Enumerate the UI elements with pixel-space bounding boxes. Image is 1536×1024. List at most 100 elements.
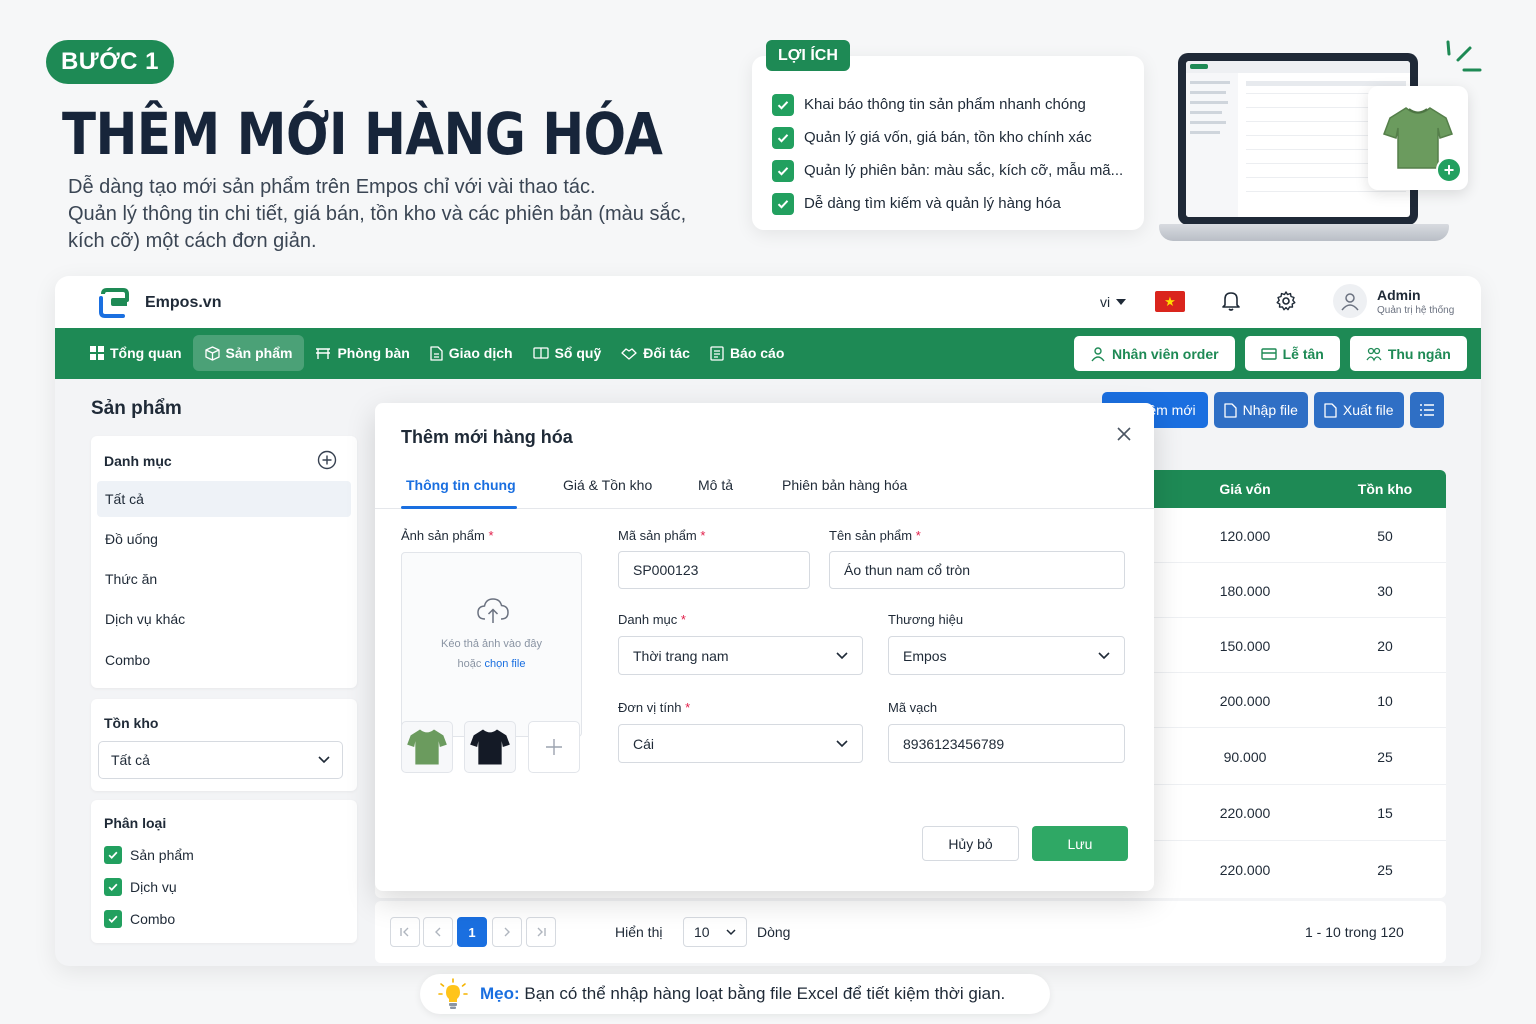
add-image-button[interactable] (528, 721, 580, 773)
file-export-icon (1324, 402, 1337, 418)
category-select[interactable]: Thời trang nam (618, 636, 863, 675)
choose-file-link[interactable]: chọn file (484, 658, 525, 670)
next-page-button[interactable] (492, 917, 522, 947)
laptop-base (1159, 224, 1449, 241)
brand[interactable]: Empos.vn (97, 286, 221, 320)
last-page-button[interactable] (526, 917, 556, 947)
main-nav: Tổng quan Sản phẩm Phòng bàn Giao dịch S… (55, 328, 1481, 379)
product-name-input[interactable]: Áo thun nam cổ tròn (829, 551, 1125, 589)
prev-page-button[interactable] (423, 917, 453, 947)
benefit-text: Quản lý phiên bản: màu sắc, kích cỡ, mẫu… (804, 162, 1124, 179)
checkbox-checked-icon[interactable] (104, 878, 122, 896)
column-settings-button[interactable] (1409, 392, 1444, 428)
benefit-item: Quản lý phiên bản: màu sắc, kích cỡ, mẫu… (772, 154, 1123, 187)
top-bar: Empos.vn vi ★ Admin Quản trị hệ thống (55, 276, 1481, 328)
add-product-icon: + (1436, 157, 1462, 183)
waiter-order-button[interactable]: Nhân viên order (1074, 336, 1235, 371)
category-value: Thời trang nam (633, 647, 729, 664)
nav-item-overview[interactable]: Tổng quan (81, 335, 191, 371)
user-icon (1341, 293, 1359, 311)
chevron-down-icon (726, 928, 736, 935)
document-icon (430, 345, 443, 361)
tab-general-info[interactable]: Thông tin chung (406, 477, 516, 493)
cloud-upload-icon (477, 598, 509, 623)
user-menu[interactable]: Admin Quản trị hệ thống (1333, 284, 1454, 318)
nav-item-partners[interactable]: Đối tác (612, 335, 699, 371)
stock-filter-panel: Tồn kho Tất cả (91, 699, 357, 791)
page-size-select[interactable]: 10 (683, 917, 747, 947)
cell-cost: 200.000 (1219, 693, 1271, 709)
benefit-text: Khai báo thông tin sản phẩm nhanh chóng (804, 96, 1086, 113)
nav-item-tables[interactable]: Phòng bàn (306, 335, 418, 371)
type-option-service[interactable]: Dịch vụ (104, 871, 194, 903)
settings-button[interactable] (1275, 290, 1297, 317)
user-role: Quản trị hệ thống (1377, 304, 1455, 316)
cell-cost: 180.000 (1219, 583, 1271, 599)
type-option-label: Combo (130, 911, 176, 927)
sku-input[interactable]: SP000123 (618, 551, 810, 589)
type-option-product[interactable]: Sản phẩm (104, 839, 194, 871)
cell-cost: 150.000 (1219, 638, 1271, 654)
cancel-button[interactable]: Hủy bỏ (922, 826, 1019, 861)
checkbox-checked-icon[interactable] (104, 910, 122, 928)
export-file-button[interactable]: Xuất file (1313, 392, 1404, 428)
cell-cost: 90.000 (1223, 749, 1267, 765)
barcode-input[interactable]: 8936123456789 (888, 724, 1125, 763)
tip-label: Mẹo: (480, 984, 520, 1003)
bell-icon (1222, 292, 1240, 311)
close-button[interactable] (1117, 427, 1131, 446)
cell-stock: 15 (1377, 805, 1393, 821)
tab-description[interactable]: Mô tả (698, 477, 733, 493)
type-option-label: Dịch vụ (130, 879, 177, 895)
category-item-other-services[interactable]: Dịch vụ khác (97, 601, 351, 637)
vietnam-flag-icon[interactable]: ★ (1155, 291, 1185, 312)
nav-item-transactions[interactable]: Giao dịch (421, 335, 522, 371)
column-cost[interactable]: Giá vốn (1180, 481, 1310, 497)
nav-label: Sổ quỹ (554, 345, 602, 361)
modal-title: Thêm mới hàng hóa (401, 427, 573, 447)
stock-select[interactable]: Tất cả (98, 741, 343, 779)
add-product-modal: Thêm mới hàng hóa Thông tin chung Giá & … (375, 403, 1154, 891)
checkbox-checked-icon[interactable] (104, 846, 122, 864)
page-size-value: 10 (694, 924, 710, 940)
nav-menu: Tổng quan Sản phẩm Phòng bàn Giao dịch S… (81, 335, 793, 371)
product-thumbnail[interactable] (464, 721, 516, 773)
tab-variants[interactable]: Phiên bản hàng hóa (782, 477, 907, 493)
barcode-label: Mã vạch (888, 700, 938, 715)
type-option-label: Sản phẩm (130, 847, 194, 863)
page-button-current[interactable]: 1 (457, 917, 487, 947)
category-item-drinks[interactable]: Đồ uống (97, 521, 351, 557)
first-page-button[interactable] (390, 917, 420, 947)
nav-item-reports[interactable]: Báo cáo (701, 335, 793, 371)
type-option-combo[interactable]: Combo (104, 903, 194, 935)
brand-select[interactable]: Empos (888, 636, 1125, 675)
notification-button[interactable] (1220, 290, 1242, 317)
nav-item-products[interactable]: Sản phẩm (192, 335, 305, 371)
reception-button[interactable]: Lễ tân (1244, 336, 1340, 371)
language-select[interactable]: vi (1100, 294, 1127, 310)
unit-select[interactable]: Cái (618, 724, 863, 763)
benefit-text: Dễ dàng tìm kiếm và quản lý hàng hóa (804, 195, 1061, 212)
nav-item-cashbook[interactable]: Sổ quỹ (524, 335, 611, 371)
import-file-button[interactable]: Nhập file (1213, 392, 1308, 428)
stock-select-value: Tất cả (111, 752, 150, 768)
cashier-button[interactable]: Thu ngân (1349, 336, 1467, 371)
save-button[interactable]: Lưu (1032, 826, 1128, 861)
chevron-down-icon (318, 756, 330, 764)
check-icon (772, 126, 794, 149)
cashier-icon (1366, 347, 1382, 361)
chevron-down-icon (1098, 651, 1110, 659)
tab-price-stock[interactable]: Giá & Tồn kho (563, 477, 652, 493)
product-thumbnail[interactable] (401, 721, 453, 773)
button-label: Nhân viên order (1112, 345, 1219, 362)
category-item-food[interactable]: Thức ăn (97, 561, 351, 597)
app-window: Empos.vn vi ★ Admin Quản trị hệ thống Tổ… (55, 276, 1481, 966)
category-item-all[interactable]: Tất cả (97, 481, 351, 517)
benefit-item: Quản lý giá vốn, giá bán, tồn kho chính … (772, 121, 1123, 154)
add-category-button[interactable] (317, 450, 337, 475)
chevron-down-icon (836, 651, 848, 659)
product-name-label: Tên sản phẩm * (829, 528, 921, 543)
image-dropzone[interactable]: Kéo thả ảnh vào đây hoặc chọn file (401, 552, 582, 737)
category-item-combo[interactable]: Combo (97, 642, 351, 678)
column-stock[interactable]: Tồn kho (1325, 481, 1445, 497)
